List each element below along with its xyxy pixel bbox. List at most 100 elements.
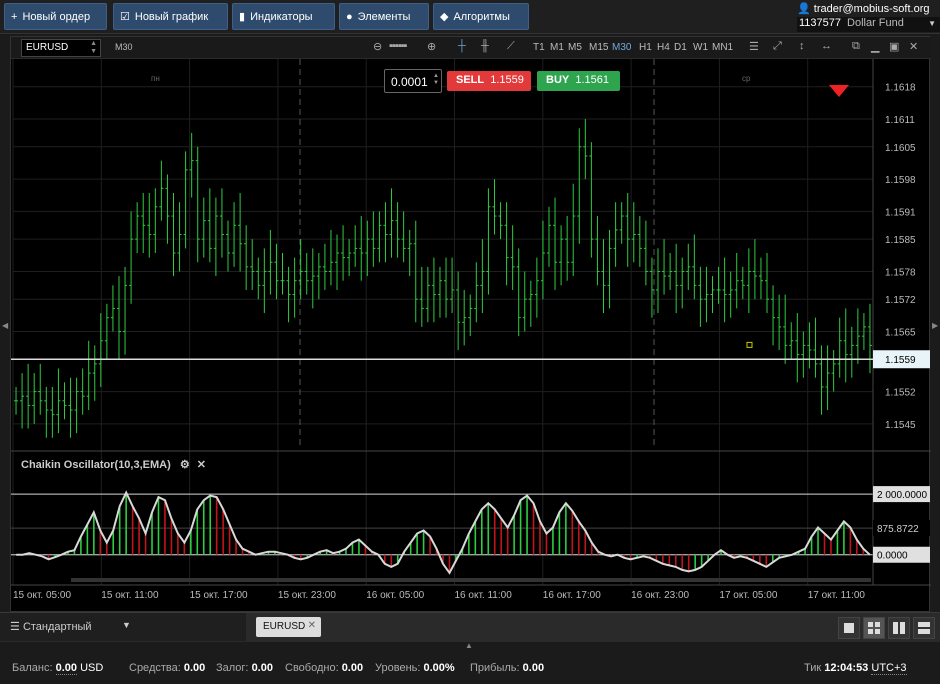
elements-button[interactable]: ● Элементы — [339, 3, 429, 30]
candle-bar — [250, 239, 255, 290]
candle-bar — [201, 197, 206, 258]
horizontal-arrow-icon[interactable]: ↔ — [821, 40, 832, 52]
algorithms-button[interactable]: ◆ Алгоритмы — [433, 3, 529, 30]
candle-bar — [328, 229, 333, 286]
new-chart-button[interactable]: ☑ Новый график — [113, 3, 228, 30]
tick-label: Тик — [804, 662, 822, 674]
free-value: 0.00 — [341, 662, 364, 674]
balance-value[interactable]: 0.00 — [55, 662, 77, 675]
candle-bar — [480, 239, 485, 314]
tab-timeframe-m30[interactable]: M30 — [612, 42, 631, 53]
sell-button[interactable]: SELL 1.1559 — [447, 71, 531, 91]
diagonal-arrow-icon[interactable]: ⤢ — [773, 40, 782, 53]
tick-time: 12:04:53 — [824, 662, 869, 674]
lot-input[interactable]: 0.0001 ▲ ▼ — [384, 69, 442, 93]
candle-type-icon[interactable]: ╫ — [481, 40, 489, 52]
osc-tick-label: 2 000.0000 — [877, 490, 927, 501]
new-order-button[interactable]: + Новый ордер — [4, 3, 107, 30]
sell-label: SELL — [456, 74, 485, 86]
account-panel[interactable]: 👤 trader@mobius-soft.org 1137577 Dollar F… — [794, 0, 940, 34]
time-tick-label: 16 окт. 23:00 — [631, 590, 689, 601]
layout-grid-button[interactable] — [863, 617, 885, 639]
close-icon[interactable]: ✕ — [197, 459, 206, 471]
maximize-icon[interactable]: ▣ — [889, 40, 899, 53]
right-collapse-rail[interactable]: ▶ — [930, 36, 940, 612]
chevron-down-icon[interactable]: ▼ — [928, 19, 936, 28]
layout-columns-button[interactable] — [888, 617, 910, 639]
price-tick-label: 1.1605 — [885, 143, 916, 154]
candle-bar — [674, 243, 679, 314]
candle-bar — [546, 206, 551, 267]
bar-type-icon[interactable]: ┼ — [458, 40, 466, 52]
price-tick-label: 1.1618 — [885, 83, 916, 94]
layout-rows-icon — [918, 622, 930, 627]
tab-timeframe-m1[interactable]: M1 — [550, 42, 564, 53]
level-item: Уровень: 0.00% — [375, 662, 455, 674]
close-icon[interactable]: ✕ — [909, 40, 918, 53]
tab-timeframe-h1[interactable]: H1 — [639, 42, 652, 53]
tick-item: Тик 12:04:53 UTC+3 — [804, 662, 907, 675]
candle-bar — [377, 211, 382, 263]
candle-bar — [801, 331, 806, 378]
candle-bar — [831, 350, 836, 392]
candle-bar — [710, 276, 715, 314]
spinner-icon[interactable]: ▲ ▼ — [433, 73, 439, 87]
indicators-button[interactable]: ▮ Индикаторы — [232, 3, 335, 30]
candle-bar — [195, 146, 200, 263]
gear-icon[interactable]: ⚙ — [180, 459, 190, 471]
tab-eurusd[interactable]: EURUSD ✕ — [256, 617, 321, 637]
zoom-slider-icon[interactable]: ▪▪▪▪▪▪ — [389, 40, 407, 52]
chart-area[interactable]: 1.1618 1.1611 1.1605 1.1598 1.1591 1.1585 1.15… — [11, 59, 931, 613]
price-tick-label: 1.1598 — [885, 175, 916, 186]
line-type-icon[interactable]: ⟋ — [507, 40, 515, 53]
time-tick-label: 15 окт. 05:00 — [13, 590, 71, 601]
zoom-out-icon[interactable]: ⊖ — [373, 40, 382, 53]
tab-timeframe-m15[interactable]: M15 — [589, 42, 608, 53]
tabs-bar: ☰ Стандартный ▼ EURUSD ✕ — [0, 612, 940, 642]
margin-item: Залог: 0.00 — [216, 662, 273, 674]
grid-settings-icon[interactable]: ☰ — [749, 40, 759, 53]
candle-bar — [783, 294, 788, 364]
popout-icon[interactable]: ⧉ — [852, 40, 860, 53]
candle-bar — [686, 243, 691, 290]
candle-bar — [619, 202, 624, 244]
candle-bar — [855, 308, 860, 364]
buy-price: 1.1561 — [575, 74, 610, 86]
account-user: trader@mobius-soft.org — [813, 3, 930, 15]
zoom-in-icon[interactable]: ⊕ — [427, 40, 436, 53]
spinner-icon[interactable]: ▲ ▼ — [90, 40, 97, 56]
profit-label: Прибыль: — [470, 662, 520, 674]
layout-single-button[interactable] — [838, 617, 860, 639]
tab-timeframe-d1[interactable]: D1 — [674, 42, 687, 53]
layout-grid-icon — [868, 622, 873, 627]
left-collapse-rail[interactable]: ◀ — [0, 36, 10, 612]
candle-bar — [662, 239, 667, 295]
candle-bar — [510, 225, 515, 290]
minimize-icon[interactable]: ▁ — [871, 40, 879, 53]
buy-button[interactable]: BUY 1.1561 — [537, 71, 620, 91]
indicators-label: Индикаторы — [250, 10, 313, 23]
candle-bar — [425, 266, 430, 323]
symbol-selector[interactable]: EURUSD ▲ ▼ — [21, 39, 101, 57]
candle-bar — [353, 225, 358, 267]
layout-rows-button[interactable] — [913, 617, 935, 639]
chevron-right-icon: ▶ — [932, 321, 939, 330]
candle-bar — [571, 183, 576, 277]
vertical-arrow-icon[interactable]: ↕ — [799, 40, 805, 52]
tab-timeframe-mn1[interactable]: MN1 — [712, 42, 733, 53]
candle-bar — [728, 271, 733, 318]
price-tick-label: 1.1552 — [885, 388, 916, 399]
candle-bar — [298, 239, 303, 300]
diamond-icon: ◆ — [440, 11, 449, 23]
candle-bar — [171, 192, 176, 277]
candle-bar — [643, 220, 648, 286]
timezone-selector[interactable]: UTC+3 — [871, 662, 907, 675]
close-icon[interactable]: ✕ — [308, 620, 316, 631]
template-selector[interactable]: ☰ Стандартный ▼ — [0, 613, 246, 641]
tab-timeframe-h4[interactable]: H4 — [657, 42, 670, 53]
tab-timeframe-t1[interactable]: T1 — [533, 42, 545, 53]
tab-timeframe-w1[interactable]: W1 — [693, 42, 708, 53]
sell-price: 1.1559 — [490, 74, 524, 86]
candle-bar — [486, 188, 491, 295]
tab-timeframe-m5[interactable]: M5 — [568, 42, 582, 53]
